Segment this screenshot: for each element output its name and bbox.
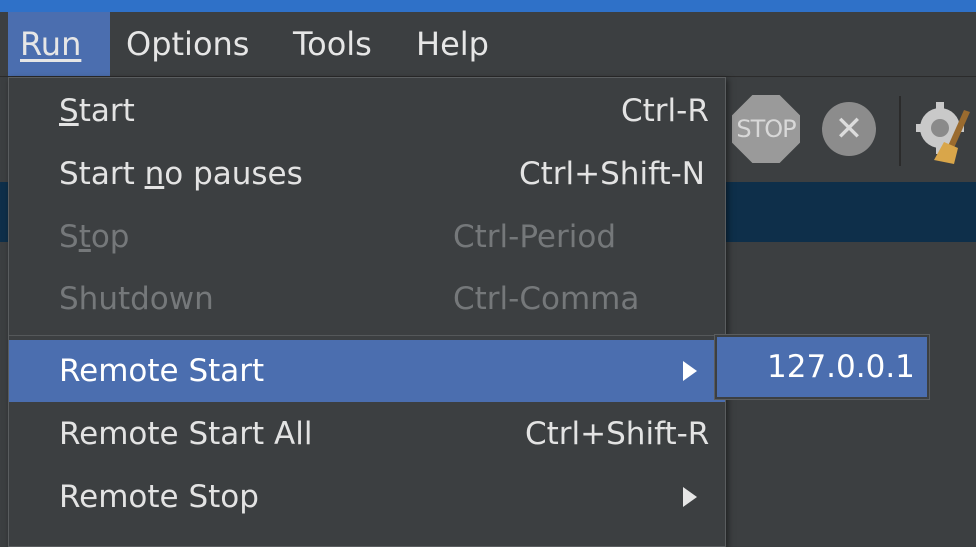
menu-item-label: Remote Stop xyxy=(59,479,259,515)
submenu-arrow-icon xyxy=(683,487,697,507)
menu-item-label: Start no pauses xyxy=(59,156,303,192)
menu-bar: Run Options Tools Help xyxy=(0,12,976,77)
menu-item-remote-start-all[interactable]: Remote Start All Ctrl+Shift-R xyxy=(9,403,725,465)
menu-run[interactable]: Run xyxy=(8,12,110,76)
submenu-item-label: 127.0.0.1 xyxy=(767,349,915,385)
menu-item-shortcut: Ctrl-Period xyxy=(453,219,617,255)
menu-item-remote-stop[interactable]: Remote Stop xyxy=(9,466,725,528)
menu-item-label: Remote Start xyxy=(59,353,265,389)
menu-separator xyxy=(9,335,725,336)
menu-item-shortcut: Ctrl+Shift-R xyxy=(525,416,710,452)
stop-icon[interactable]: STOP xyxy=(732,95,800,163)
menu-item-start[interactable]: Start Ctrl-R xyxy=(9,80,725,142)
toolbar-separator xyxy=(899,96,901,166)
menu-item-shutdown: Shutdown Ctrl-Comma xyxy=(9,268,725,330)
stop-icon-text: STOP xyxy=(736,115,796,143)
shutdown-icon[interactable]: ✕ xyxy=(822,102,876,156)
run-menu-dropdown: Start Ctrl-R Start no pauses Ctrl+Shift-… xyxy=(8,77,726,547)
menu-item-label: Stop xyxy=(59,219,130,255)
window-title-strip xyxy=(0,0,976,12)
menu-help-label: Help xyxy=(416,25,489,63)
menu-item-remote-start[interactable]: Remote Start xyxy=(9,340,725,402)
menu-help[interactable]: Help xyxy=(404,12,501,76)
menu-item-label: Start xyxy=(59,93,135,129)
clear-broom-icon[interactable] xyxy=(914,96,976,166)
menu-item-label: Shutdown xyxy=(59,281,214,317)
menu-item-shortcut: Ctrl-R xyxy=(621,93,709,129)
menu-options[interactable]: Options xyxy=(114,12,261,76)
menu-tools[interactable]: Tools xyxy=(281,12,384,76)
remote-start-submenu: 127.0.0.1 xyxy=(714,334,930,400)
menu-options-label: Options xyxy=(126,25,250,63)
menu-item-stop: Stop Ctrl-Period xyxy=(9,206,725,268)
submenu-arrow-icon xyxy=(683,361,697,381)
menu-run-label: Run xyxy=(20,25,82,63)
menu-item-shortcut: Ctrl-Comma xyxy=(453,281,640,317)
menu-item-label: Remote Start All xyxy=(59,416,313,452)
menu-item-shortcut: Ctrl+Shift-N xyxy=(519,156,705,192)
submenu-item-host[interactable]: 127.0.0.1 xyxy=(717,337,927,397)
menu-item-start-no-pauses[interactable]: Start no pauses Ctrl+Shift-N xyxy=(9,143,725,205)
menu-tools-label: Tools xyxy=(293,25,372,63)
